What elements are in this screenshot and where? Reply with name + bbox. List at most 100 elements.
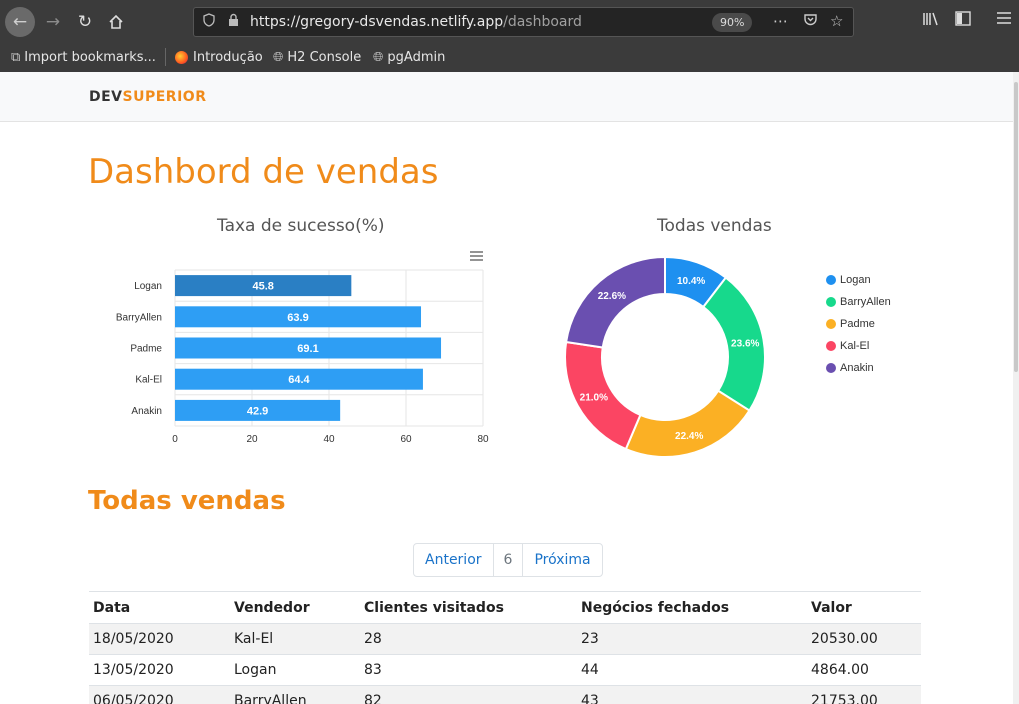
donut-slice — [564, 255, 666, 349]
shield-icon[interactable] — [203, 13, 215, 31]
category-label: Logan — [134, 281, 162, 292]
reload-button[interactable]: ↻ — [70, 7, 100, 37]
reload-icon: ↻ — [77, 12, 93, 32]
bookmark-import[interactable]: ⧉ Import bookmarks... — [11, 48, 156, 66]
scrollbar-thumb[interactable] — [1014, 82, 1018, 372]
lock-icon[interactable] — [228, 13, 239, 31]
slice-label: 10.4% — [677, 276, 705, 287]
legend-label: Kal-El — [840, 340, 870, 352]
bookmark-pgadmin[interactable]: 🌐︎ pgAdmin — [373, 48, 445, 66]
slice-label: 21.0% — [580, 393, 608, 404]
legend-swatch — [826, 297, 836, 307]
url-text[interactable]: https://gregory-dsvendas.netlify.app/das… — [250, 14, 582, 30]
cell-visited: 28 — [360, 623, 577, 655]
home-button[interactable] — [101, 7, 131, 37]
slice-label: 22.4% — [675, 431, 703, 442]
column-header-date: Data — [89, 591, 230, 624]
cell-date: 06/05/2020 — [89, 685, 230, 704]
data-label: 42.9 — [247, 405, 268, 417]
bar-chart: Logan 45.8 BarryAllen 63.9 Padme 69.1 Kal-El 64… — [116, 251, 489, 445]
forward-button[interactable]: → — [38, 7, 68, 37]
current-page-number: 6 — [492, 544, 524, 576]
site-logo[interactable]: DEVSUPERIOR — [89, 89, 206, 105]
column-header-visited: Clientes visitados — [360, 591, 577, 624]
bookmark-h2-console[interactable]: 🌐︎ H2 Console — [273, 48, 361, 66]
tick-label: 80 — [477, 434, 489, 445]
legend-label: Padme — [840, 318, 875, 330]
more-actions-icon[interactable]: ⋯ — [773, 12, 788, 30]
address-bar[interactable]: https://gregory-dsvendas.netlify.app/das… — [193, 7, 854, 37]
legend-item[interactable]: Anakin — [826, 357, 891, 379]
cell-seller: BarryAllen — [230, 685, 360, 704]
zoom-level-badge[interactable]: 90% — [712, 13, 753, 32]
legend-label: Anakin — [840, 362, 874, 374]
firefox-icon — [175, 50, 188, 64]
nav-toolbar: ← → ↻ https://gregory-dsvendas.netlify.a… — [0, 0, 1019, 44]
import-icon: ⧉ — [11, 49, 21, 65]
site-header: DEVSUPERIOR — [0, 72, 1013, 122]
cell-visited: 82 — [360, 685, 577, 704]
legend-swatch — [826, 341, 836, 351]
legend-swatch — [826, 275, 836, 285]
legend-item[interactable]: BarryAllen — [826, 291, 891, 313]
legend-swatch — [826, 319, 836, 329]
donut-chart-title: Todas vendas — [657, 216, 772, 236]
slice-label: 23.6% — [731, 339, 759, 350]
donut-slice — [624, 389, 751, 458]
pagination: Anterior 6 Próxima — [413, 543, 603, 577]
logo-superior: SUPERIOR — [122, 89, 207, 105]
pocket-icon[interactable] — [803, 12, 818, 31]
bookmark-label: Import bookmarks... — [24, 49, 156, 65]
legend-swatch — [826, 363, 836, 373]
sidebar-icon[interactable] — [955, 11, 971, 30]
page-title: Dashbord de vendas — [88, 152, 439, 192]
sales-table: Data Vendedor Clientes visitados Negócio… — [89, 591, 921, 704]
data-label: 63.9 — [287, 312, 308, 324]
globe-icon: 🌐︎ — [273, 49, 284, 65]
legend-item[interactable]: Logan — [826, 269, 891, 291]
arrow-right-icon: → — [45, 12, 61, 32]
bookmark-label: Introdução — [193, 49, 263, 65]
library-icon[interactable] — [922, 11, 939, 31]
next-page-button[interactable]: Próxima — [523, 544, 601, 576]
cell-deals: 23 — [577, 623, 807, 655]
category-label: Anakin — [131, 406, 162, 417]
back-button[interactable]: ← — [5, 7, 35, 37]
legend-item[interactable]: Padme — [826, 313, 891, 335]
cell-deals: 44 — [577, 654, 807, 686]
cell-amount: 21753.00 — [807, 685, 921, 704]
url-host: https://gregory-dsvendas.netlify.app — [250, 14, 504, 30]
bookmark-introducao[interactable]: Introdução — [175, 48, 263, 66]
legend-label: BarryAllen — [840, 296, 891, 308]
column-header-deals: Negócios fechados — [577, 591, 807, 624]
table-row: 18/05/2020 Kal-El 28 23 20530.00 — [89, 623, 921, 655]
tick-label: 40 — [323, 434, 335, 445]
bookmark-separator — [165, 48, 166, 66]
cell-date: 13/05/2020 — [89, 654, 230, 686]
bookmark-label: pgAdmin — [387, 49, 446, 65]
tick-label: 60 — [400, 434, 412, 445]
star-icon[interactable]: ☆ — [830, 12, 843, 30]
legend-item[interactable]: Kal-El — [826, 335, 891, 357]
arrow-left-icon: ← — [12, 12, 28, 32]
donut-legend: Logan BarryAllen Padme Kal-El Anakin — [826, 269, 891, 379]
legend-label: Logan — [840, 274, 871, 286]
page-content: DEVSUPERIOR Dashbord de vendas Taxa de s… — [0, 72, 1013, 704]
menu-icon[interactable] — [996, 11, 1012, 29]
data-label: 64.4 — [288, 374, 310, 386]
cell-seller: Logan — [230, 654, 360, 686]
previous-page-button[interactable]: Anterior — [414, 544, 493, 576]
globe-icon: 🌐︎ — [373, 49, 384, 65]
chart-menu-icon[interactable] — [470, 251, 483, 261]
browser-chrome: ← → ↻ https://gregory-dsvendas.netlify.a… — [0, 0, 1019, 72]
donut-chart: 10.4% 23.6% 22.4% 21.0% 22.6% — [564, 255, 766, 458]
category-label: Kal-El — [135, 375, 162, 386]
data-label: 45.8 — [252, 281, 273, 293]
page-scrollbar[interactable] — [1013, 72, 1019, 704]
bookmarks-bar: ⧉ Import bookmarks... Introdução 🌐︎ H2 C… — [0, 44, 1019, 70]
logo-dev: DEV — [89, 89, 123, 105]
column-header-seller: Vendedor — [230, 591, 360, 624]
cell-amount: 4864.00 — [807, 654, 921, 686]
tick-label: 0 — [172, 434, 178, 445]
cell-deals: 43 — [577, 685, 807, 704]
